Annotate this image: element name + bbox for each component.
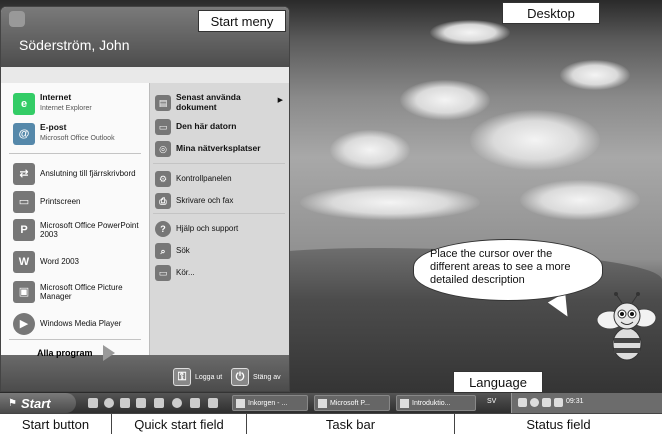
media-player-icon: ▶ bbox=[13, 313, 35, 335]
search-icon: ⌕ bbox=[155, 243, 171, 259]
logoff-button[interactable]: ⚿ Logga ut bbox=[173, 368, 222, 386]
help-icon: ? bbox=[155, 221, 171, 237]
word-icon: W bbox=[13, 251, 35, 273]
program-powerpoint[interactable]: P Microsoft Office PowerPoint 2003 bbox=[13, 219, 145, 241]
cloud bbox=[560, 60, 630, 90]
tray-icon[interactable] bbox=[542, 398, 551, 407]
taskbar-button-microsoft[interactable]: Microsoft P... bbox=[314, 395, 390, 411]
region-labels: Start button Quick start field Task bar … bbox=[0, 413, 662, 434]
run-item[interactable]: ▭ Kör... bbox=[155, 265, 283, 281]
outlook-icon bbox=[236, 398, 245, 408]
remote-desktop-icon: ⇄ bbox=[13, 163, 35, 185]
start-button[interactable]: ⚑ Start bbox=[0, 393, 76, 413]
tray-icon[interactable] bbox=[518, 398, 527, 407]
help-item[interactable]: ? Hjälp och support bbox=[155, 221, 283, 237]
divider bbox=[9, 153, 141, 154]
pinned-item-email[interactable]: @ E-post Microsoft Office Outlook bbox=[13, 122, 143, 145]
label-start-menu: Start meny bbox=[198, 10, 286, 32]
cloud bbox=[470, 110, 600, 170]
divider bbox=[153, 213, 285, 214]
quick-launch-icon[interactable] bbox=[120, 398, 130, 408]
quick-launch-icon[interactable] bbox=[104, 398, 114, 408]
quick-launch-icon[interactable] bbox=[172, 398, 182, 408]
powerpoint-icon: P bbox=[13, 219, 35, 241]
all-programs-button[interactable]: Alla program bbox=[37, 345, 115, 361]
printscreen-icon: ▭ bbox=[13, 191, 35, 213]
label-desktop: Desktop bbox=[502, 2, 600, 24]
quick-launch-icon[interactable] bbox=[136, 398, 146, 408]
my-computer-icon: ▭ bbox=[155, 119, 171, 135]
pinned-item-internet[interactable]: e Internet Internet Explorer bbox=[13, 92, 143, 115]
label-status-field: Status field bbox=[526, 416, 591, 432]
quick-launch-icon[interactable] bbox=[88, 398, 98, 408]
program-picture-manager[interactable]: ▣ Microsoft Office Picture Manager bbox=[13, 281, 145, 303]
quick-launch-icon[interactable] bbox=[208, 398, 218, 408]
program-printscreen[interactable]: ▭ Printscreen bbox=[13, 191, 145, 213]
shutdown-button[interactable]: ⏻ Stäng av bbox=[231, 368, 281, 386]
control-panel-item[interactable]: ⚙ Kontrollpanelen bbox=[155, 171, 283, 187]
quick-launch-icon[interactable] bbox=[190, 398, 200, 408]
submenu-arrow-icon: ▶ bbox=[277, 97, 283, 104]
bee-mascot-icon bbox=[596, 292, 657, 361]
clock[interactable]: 09:31 bbox=[566, 398, 584, 405]
help-bubble: Place the cursor over the different area… bbox=[413, 239, 603, 301]
run-icon: ▭ bbox=[155, 265, 171, 281]
cloud bbox=[300, 185, 480, 220]
key-icon: ⚿ bbox=[173, 368, 191, 386]
outlook-icon: @ bbox=[13, 123, 35, 145]
app-icon bbox=[318, 398, 327, 408]
divider bbox=[153, 163, 285, 164]
arrow-right-icon bbox=[102, 345, 115, 361]
quick-launch-icon[interactable] bbox=[154, 398, 164, 408]
tray-icon[interactable] bbox=[554, 398, 563, 407]
program-word[interactable]: W Word 2003 bbox=[13, 251, 145, 273]
windows-logo-icon: ⚑ bbox=[8, 397, 17, 409]
label-language: Language bbox=[453, 371, 543, 393]
label-start-button: Start button bbox=[0, 414, 112, 434]
language-indicator[interactable]: SV bbox=[487, 398, 496, 405]
taskbar: ⚑ Start Inkorgen - ... Microsoft P... In… bbox=[0, 393, 662, 413]
internet-explorer-icon: e bbox=[13, 93, 35, 115]
picture-manager-icon: ▣ bbox=[13, 281, 35, 303]
start-menu: Söderström, John e Internet Internet Expl… bbox=[0, 6, 290, 392]
xp-badge-icon bbox=[9, 11, 25, 27]
user-name: Söderström, John bbox=[19, 37, 130, 53]
control-panel-icon: ⚙ bbox=[155, 171, 171, 187]
cloud bbox=[520, 180, 640, 220]
tray-icon[interactable] bbox=[530, 398, 539, 407]
label-quick-start-field: Quick start field bbox=[112, 414, 247, 434]
taskbar-button-introduction[interactable]: Introduktio... bbox=[396, 395, 476, 411]
network-places-item[interactable]: ◎ Mina nätverksplatser bbox=[155, 141, 283, 157]
program-media-player[interactable]: ▶ Windows Media Player bbox=[13, 313, 145, 335]
network-places-icon: ◎ bbox=[155, 141, 171, 157]
system-tray bbox=[511, 393, 662, 413]
program-remote-desktop[interactable]: ⇄ Anslutning till fjärrskrivbord bbox=[13, 163, 145, 185]
printers-icon: ⎙ bbox=[155, 193, 171, 209]
label-task-bar: Task bar bbox=[247, 414, 455, 434]
document-icon bbox=[400, 398, 409, 408]
printers-item[interactable]: ⎙ Skrivare och fax bbox=[155, 193, 283, 209]
recent-documents-icon: ▤ bbox=[155, 94, 171, 111]
power-icon: ⏻ bbox=[231, 368, 249, 386]
cloud bbox=[330, 130, 410, 170]
cloud bbox=[400, 80, 490, 120]
cloud bbox=[430, 20, 510, 45]
recent-documents-item[interactable]: ▤ Senast använda dokument ▶ bbox=[155, 92, 283, 113]
my-computer-item[interactable]: ▭ Den här datorn bbox=[155, 119, 283, 135]
search-item[interactable]: ⌕ Sök bbox=[155, 243, 283, 259]
taskbar-button-inbox[interactable]: Inkorgen - ... bbox=[232, 395, 308, 411]
divider bbox=[9, 339, 141, 340]
